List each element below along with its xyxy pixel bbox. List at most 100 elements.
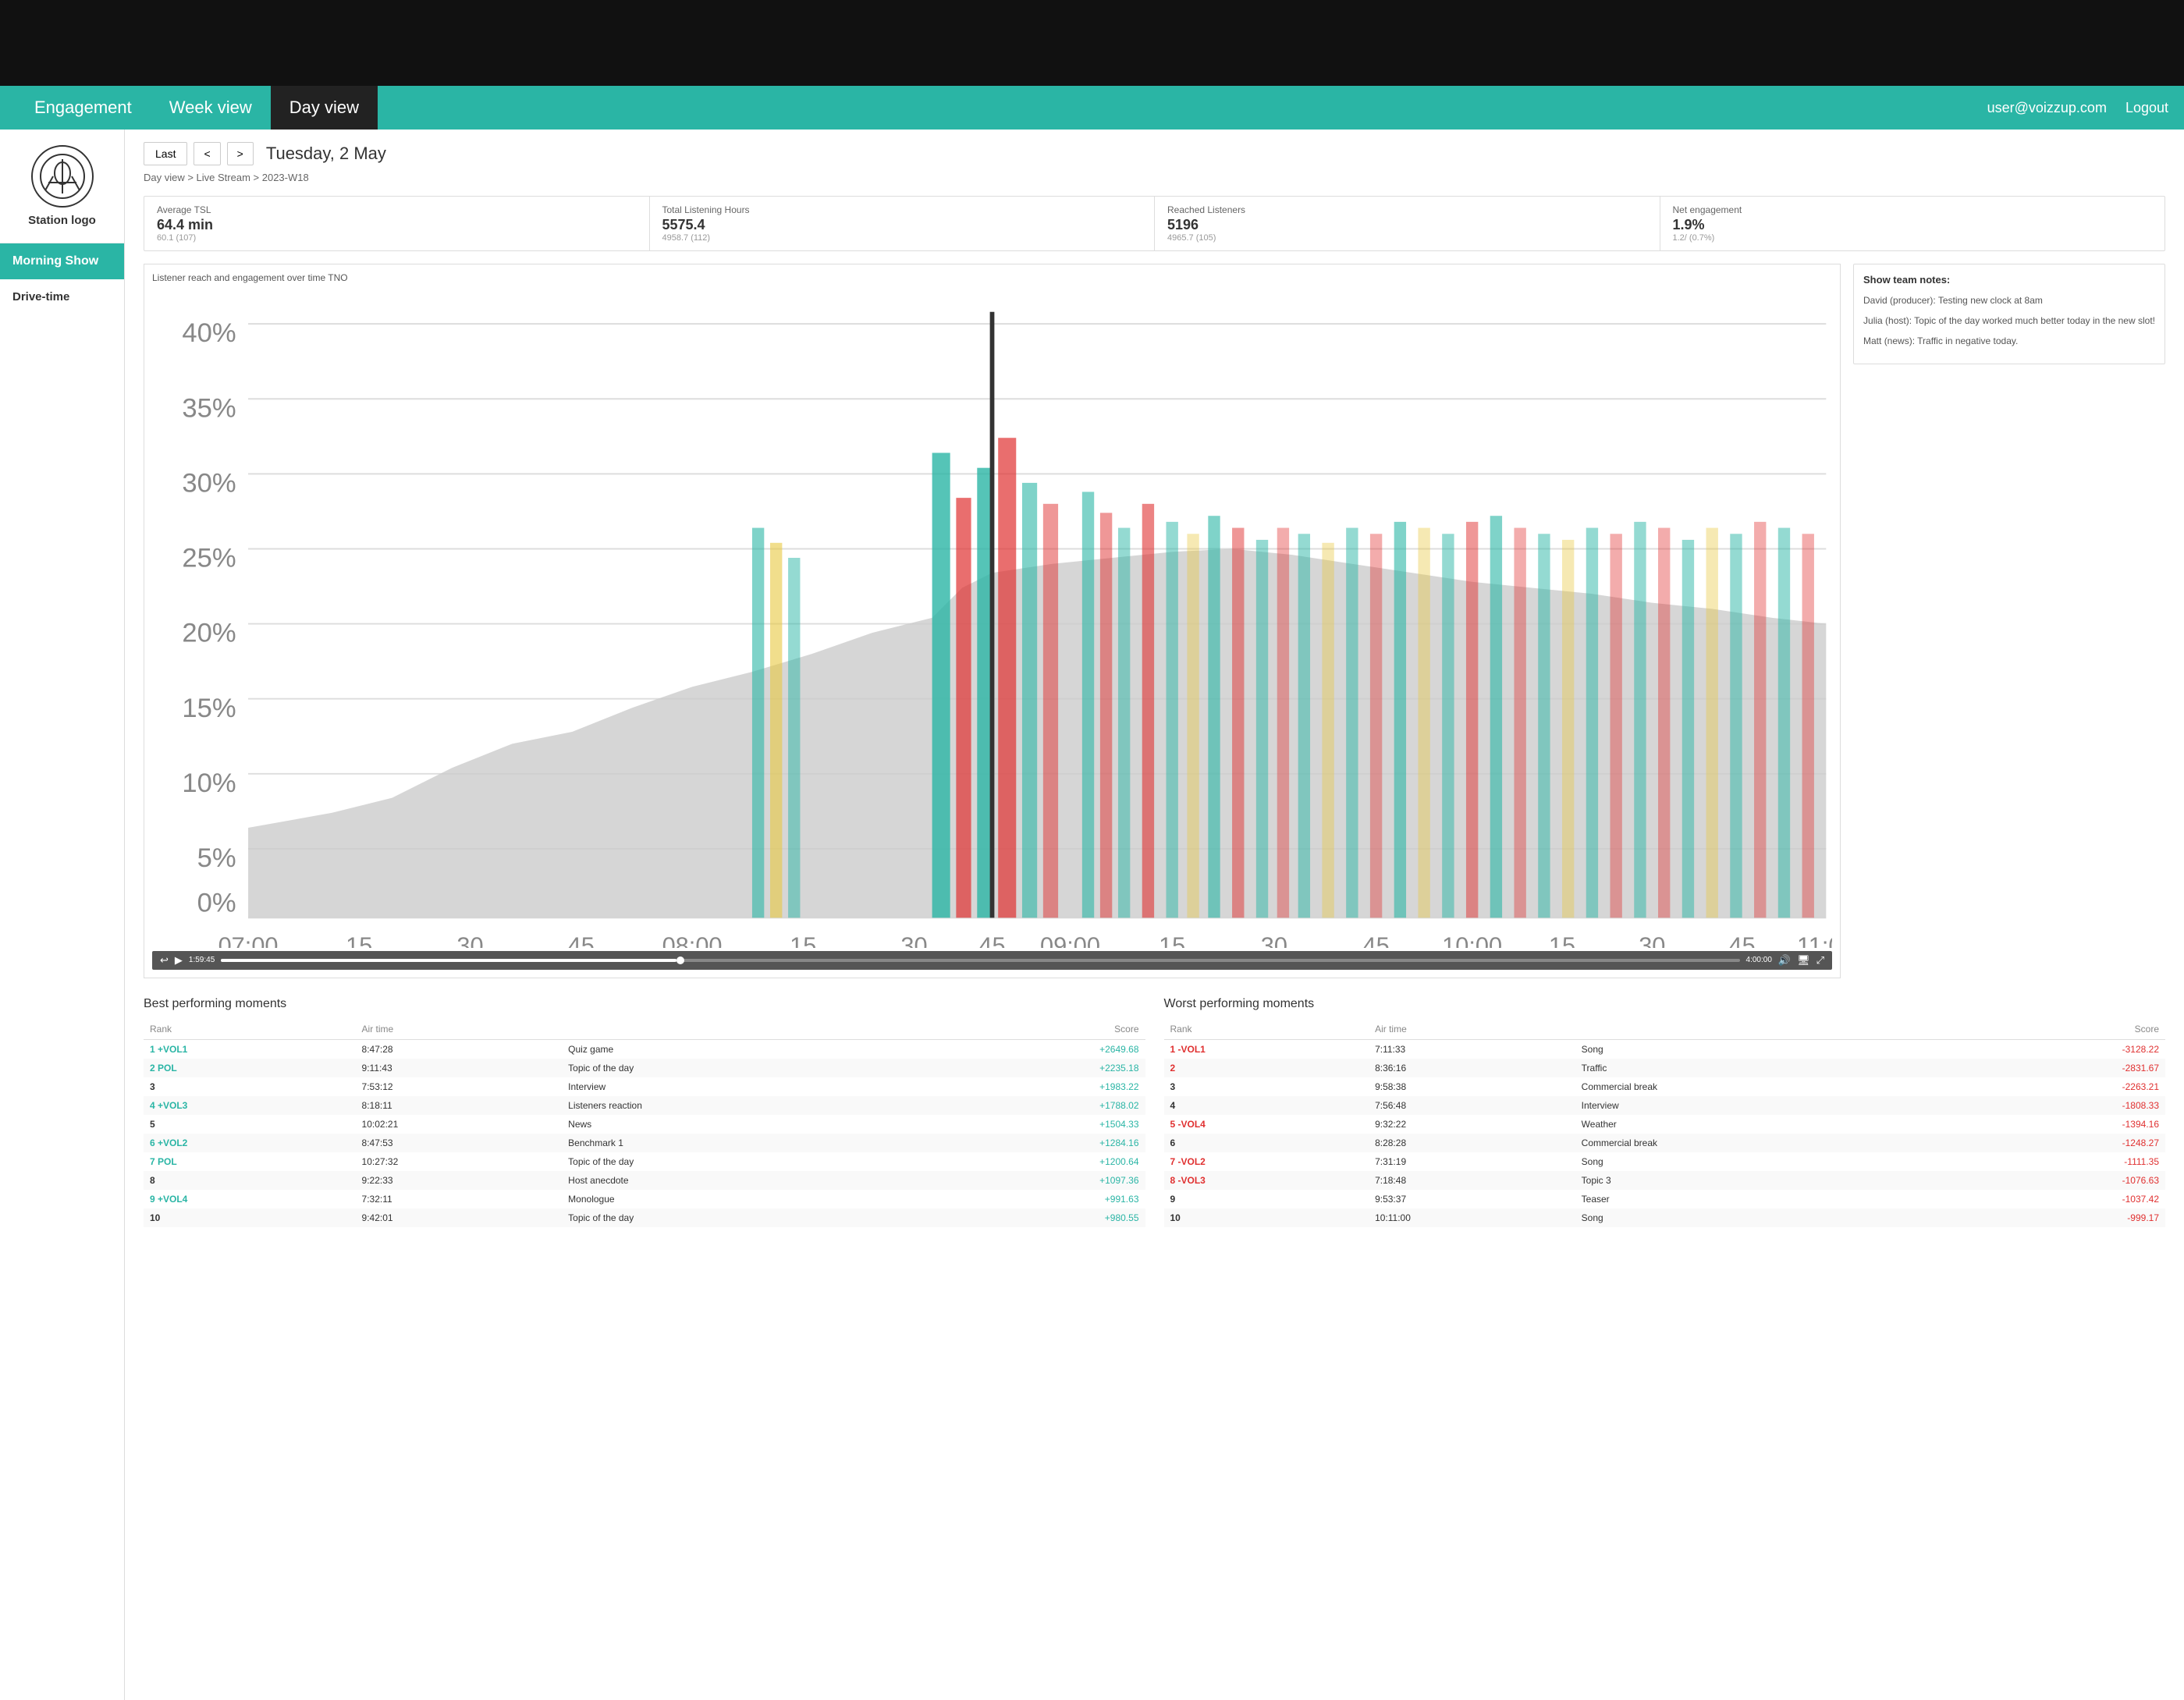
worst-performing-title: Worst performing moments: [1164, 997, 2166, 1011]
worst-table: Rank Air time Score 1 -VOL1 7:11:33 Song…: [1164, 1019, 2166, 1227]
svg-text:30: 30: [1639, 932, 1665, 948]
worst-score-1: -2831.67: [1954, 1059, 2165, 1077]
worst-score-9: -999.17: [1954, 1208, 2165, 1227]
worst-desc-2: Commercial break: [1575, 1077, 1954, 1096]
best-time-9: 9:42:01: [356, 1208, 563, 1227]
best-table-row[interactable]: 10 9:42:01 Topic of the day +980.55: [144, 1208, 1145, 1227]
worst-desc-9: Song: [1575, 1208, 1954, 1227]
nav-dayview[interactable]: Day view: [271, 86, 378, 130]
best-col-time: Air time: [356, 1019, 563, 1040]
prev-button[interactable]: <: [194, 142, 220, 165]
svg-text:40%: 40%: [182, 318, 236, 348]
svg-text:0%: 0%: [197, 889, 236, 918]
worst-table-row[interactable]: 6 8:28:28 Commercial break -1248.27: [1164, 1134, 2166, 1152]
chart-container: Listener reach and engagement over time …: [144, 264, 1841, 978]
best-time-3: 8:18:11: [356, 1096, 563, 1115]
player-monitor-icon[interactable]: 🖥: [1797, 954, 1810, 967]
nav-weekview[interactable]: Week view: [151, 86, 271, 130]
best-desc-3: Listeners reaction: [562, 1096, 926, 1115]
best-table-row[interactable]: 9 +VOL4 7:32:11 Monologue +991.63: [144, 1190, 1145, 1208]
player-progress-bar[interactable]: [221, 959, 1739, 962]
next-button[interactable]: >: [227, 142, 254, 165]
worst-table-row[interactable]: 4 7:56:48 Interview -1808.33: [1164, 1096, 2166, 1115]
worst-table-row[interactable]: 1 -VOL1 7:11:33 Song -3128.22: [1164, 1039, 2166, 1059]
best-rank-6: 7 POL: [144, 1152, 356, 1171]
nav-logout[interactable]: Logout: [2125, 100, 2168, 116]
best-table-row[interactable]: 1 +VOL1 8:47:28 Quiz game +2649.68: [144, 1039, 1145, 1059]
stats-row: Average TSL 64.4 min 60.1 (107) Total Li…: [144, 196, 2165, 251]
best-rank-5: 6 +VOL2: [144, 1134, 356, 1152]
best-time-8: 7:32:11: [356, 1190, 563, 1208]
best-table-row[interactable]: 6 +VOL2 8:47:53 Benchmark 1 +1284.16: [144, 1134, 1145, 1152]
svg-text:09:00: 09:00: [1040, 932, 1100, 948]
worst-time-0: 7:11:33: [1369, 1039, 1575, 1059]
best-rank-0: 1 +VOL1: [144, 1039, 356, 1059]
worst-desc-7: Topic 3: [1575, 1171, 1954, 1190]
last-button[interactable]: Last: [144, 142, 187, 165]
notes-title: Show team notes:: [1863, 274, 2155, 286]
player-elapsed: 1:59:45: [189, 956, 215, 964]
best-table-row[interactable]: 4 +VOL3 8:18:11 Listeners reaction +1788…: [144, 1096, 1145, 1115]
nav-left: Engagement Week view Day view: [16, 86, 378, 130]
best-desc-2: Interview: [562, 1077, 926, 1096]
player-back-icon[interactable]: ↩: [160, 954, 169, 967]
best-desc-6: Topic of the day: [562, 1152, 926, 1171]
best-table-row[interactable]: 8 9:22:33 Host anecdote +1097.36: [144, 1171, 1145, 1190]
svg-text:5%: 5%: [197, 843, 236, 873]
worst-table-row[interactable]: 2 8:36:16 Traffic -2831.67: [1164, 1059, 2166, 1077]
worst-table-row[interactable]: 8 -VOL3 7:18:48 Topic 3 -1076.63: [1164, 1171, 2166, 1190]
svg-text:20%: 20%: [182, 619, 236, 648]
svg-text:45: 45: [568, 932, 595, 948]
best-rank-3: 4 +VOL3: [144, 1096, 356, 1115]
nav-engagement[interactable]: Engagement: [16, 86, 151, 130]
worst-table-row[interactable]: 10 10:11:00 Song -999.17: [1164, 1208, 2166, 1227]
best-table-row[interactable]: 3 7:53:12 Interview +1983.22: [144, 1077, 1145, 1096]
worst-time-8: 9:53:37: [1369, 1190, 1575, 1208]
worst-table-row[interactable]: 5 -VOL4 9:32:22 Weather -1394.16: [1164, 1115, 2166, 1134]
worst-rank-2: 3: [1164, 1077, 1369, 1096]
worst-table-row[interactable]: 3 9:58:38 Commercial break -2263.21: [1164, 1077, 2166, 1096]
best-col-rank: Rank: [144, 1019, 356, 1040]
worst-col-rank: Rank: [1164, 1019, 1369, 1040]
best-desc-9: Topic of the day: [562, 1208, 926, 1227]
best-rank-7: 8: [144, 1171, 356, 1190]
svg-text:15: 15: [790, 932, 816, 948]
player-play-icon[interactable]: ▶: [175, 954, 183, 967]
worst-time-4: 9:32:22: [1369, 1115, 1575, 1134]
sidebar-item-morning-show[interactable]: Morning Show: [0, 243, 124, 279]
best-table-row[interactable]: 5 10:02:21 News +1504.33: [144, 1115, 1145, 1134]
best-time-1: 9:11:43: [356, 1059, 563, 1077]
svg-text:15: 15: [346, 932, 372, 948]
worst-desc-4: Weather: [1575, 1115, 1954, 1134]
nav-right: user@voizzup.com Logout: [1987, 100, 2168, 116]
sidebar-item-drive-time[interactable]: Drive-time: [0, 279, 124, 314]
worst-col-score: Score: [1954, 1019, 2165, 1040]
worst-time-1: 8:36:16: [1369, 1059, 1575, 1077]
worst-time-5: 8:28:28: [1369, 1134, 1575, 1152]
best-table-row[interactable]: 2 POL 9:11:43 Topic of the day +2235.18: [144, 1059, 1145, 1077]
best-time-5: 8:47:53: [356, 1134, 563, 1152]
worst-col-desc: [1575, 1019, 1954, 1040]
worst-desc-0: Song: [1575, 1039, 1954, 1059]
svg-text:15%: 15%: [182, 694, 236, 723]
best-desc-5: Benchmark 1: [562, 1134, 926, 1152]
best-score-4: +1504.33: [926, 1115, 1145, 1134]
sidebar: Station logo Morning Show Drive-time: [0, 130, 125, 1700]
best-col-desc: [562, 1019, 926, 1040]
best-table-row[interactable]: 7 POL 10:27:32 Topic of the day +1200.64: [144, 1152, 1145, 1171]
worst-score-6: -1111.35: [1954, 1152, 2165, 1171]
worst-score-5: -1248.27: [1954, 1134, 2165, 1152]
svg-text:45: 45: [978, 932, 1005, 948]
worst-desc-5: Commercial break: [1575, 1134, 1954, 1152]
date-nav: Last < > Tuesday, 2 May: [144, 142, 2165, 165]
player-volume-icon[interactable]: 🔊: [1778, 954, 1791, 967]
player-expand-icon[interactable]: ⤢: [1816, 954, 1824, 967]
stat-avg-tsl-label: Average TSL: [157, 204, 637, 215]
worst-table-row[interactable]: 9 9:53:37 Teaser -1037.42: [1164, 1190, 2166, 1208]
station-logo-icon: [31, 145, 94, 208]
best-performing-title: Best performing moments: [144, 997, 1145, 1011]
worst-table-row[interactable]: 7 -VOL2 7:31:19 Song -1111.35: [1164, 1152, 2166, 1171]
best-time-0: 8:47:28: [356, 1039, 563, 1059]
best-score-1: +2235.18: [926, 1059, 1145, 1077]
nav-user: user@voizzup.com: [1987, 100, 2107, 116]
